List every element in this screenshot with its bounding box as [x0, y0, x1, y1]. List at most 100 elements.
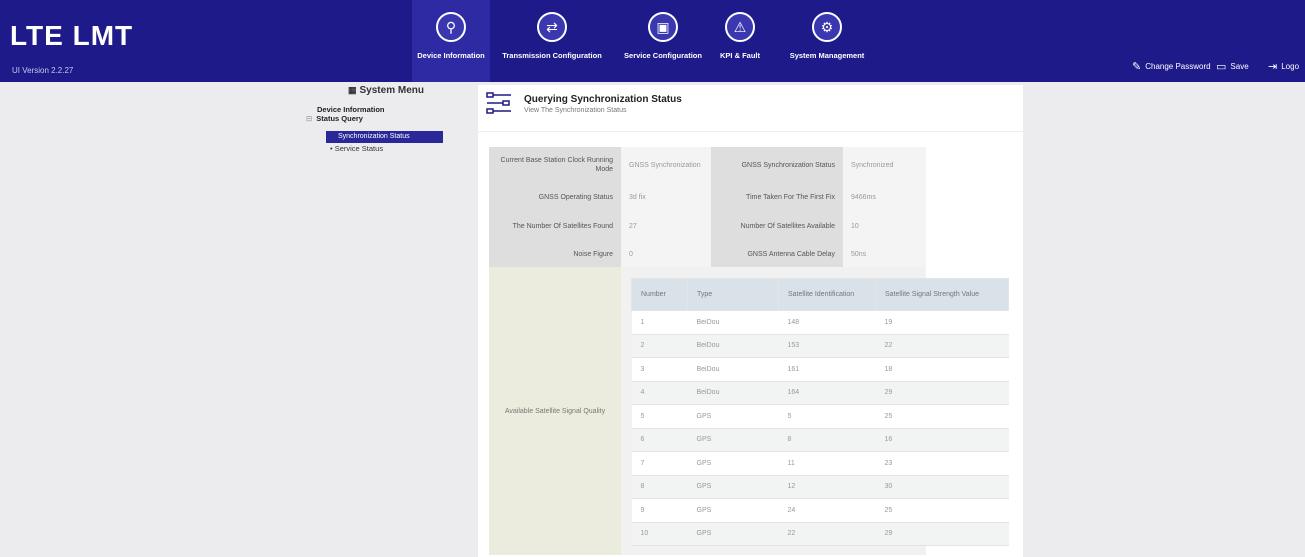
table-row: 6 GPS 8 16	[631, 427, 1009, 452]
nav-service-configuration[interactable]: ▣ Service Configuration	[620, 0, 706, 82]
version-label: UI Version 2.2.27	[12, 66, 74, 75]
table-cell: GPS	[687, 427, 779, 452]
table-row: 1 BeiDou 148 19	[631, 310, 1009, 335]
table-cell: 1	[631, 310, 688, 335]
menu-item-synchronization-status[interactable]: Synchronization Status	[326, 131, 443, 143]
nav-label: System Management	[789, 51, 865, 60]
change-password-label: Change Password	[1145, 62, 1211, 71]
gnss-op-label: GNSS Operating Status	[489, 183, 621, 211]
table-cell: 25	[875, 404, 1009, 429]
signal-quality-label: Available Satellite Signal Quality	[489, 267, 621, 555]
column-header: Satellite Identification	[778, 278, 876, 311]
app-title: LTE LMT	[10, 20, 134, 51]
first-fix-value: 9466ms	[843, 183, 926, 211]
table-cell: 148	[778, 310, 876, 335]
logout-button[interactable]: ⇥ Logo	[1268, 60, 1299, 73]
column-header: Type	[687, 278, 779, 311]
table-cell: 29	[875, 521, 1009, 546]
sat-avail-value: 10	[843, 211, 926, 242]
logout-icon: ⇥	[1268, 61, 1278, 73]
gnss-sync-value: Synchronized	[843, 147, 926, 183]
table-row: 9 GPS 24 25	[631, 498, 1009, 523]
sat-found-value: 27	[621, 211, 711, 242]
table-cell: 4	[631, 380, 688, 405]
table-cell: BeiDou	[687, 357, 779, 382]
menu-item-device-information[interactable]: Device Information	[317, 105, 385, 114]
table-row: 8 GPS 12 30	[631, 474, 1009, 499]
sliders-icon	[486, 92, 511, 114]
table-cell: 25	[875, 498, 1009, 523]
table-cell: 18	[875, 357, 1009, 382]
table-cell: BeiDou	[687, 333, 779, 358]
divider	[478, 131, 1023, 132]
clock-mode-label: Current Base Station Clock Running Mode	[489, 147, 621, 183]
table-cell: 3	[631, 357, 688, 382]
first-fix-label: Time Taken For The First Fix	[711, 183, 843, 211]
save-label: Save	[1230, 62, 1249, 71]
menu-item-status-query[interactable]: ⊟ Status Query	[306, 114, 363, 123]
device-icon: ⚲	[436, 12, 466, 42]
table-cell: 24	[778, 498, 876, 523]
table-row: 5 GPS 5 25	[631, 404, 1009, 429]
page-subtitle: View The Synchronization Status	[524, 107, 627, 114]
table-header-row: Number Type Satellite Identification Sat…	[631, 278, 1009, 311]
table-row: 10 GPS 22 29	[631, 521, 1009, 546]
noise-figure-label: Noise Figure	[489, 242, 621, 267]
table-cell: 11	[778, 451, 876, 476]
table-cell: 29	[875, 380, 1009, 405]
table-cell: 19	[875, 310, 1009, 335]
table-cell: BeiDou	[687, 310, 779, 335]
table-cell: GPS	[687, 404, 779, 429]
table-cell: 22	[875, 333, 1009, 358]
table-cell: GPS	[687, 521, 779, 546]
cable-delay-value: 50ns	[843, 242, 926, 267]
table-cell: 164	[778, 380, 876, 405]
top-header: LTE LMT UI Version 2.2.27 ⚲ Device Infor…	[0, 0, 1305, 82]
table-cell: 8	[778, 427, 876, 452]
table-cell: 30	[875, 474, 1009, 499]
table-cell: 2	[631, 333, 688, 358]
table-cell: 5	[631, 404, 688, 429]
nav-label: Transmission Configuration	[502, 51, 602, 60]
menu-title: ▦ System Menu	[348, 85, 424, 96]
menu-grid-icon: ▦	[348, 85, 357, 95]
briefcase-icon: ▣	[648, 12, 678, 42]
table-cell: 23	[875, 451, 1009, 476]
cable-delay-label: GNSS Antenna Cable Delay	[711, 242, 843, 267]
table-cell: GPS	[687, 498, 779, 523]
table-cell: 161	[778, 357, 876, 382]
save-icon: ▭	[1216, 61, 1227, 73]
menu-item-service-status[interactable]: • Service Status	[330, 144, 383, 153]
table-cell: 5	[778, 404, 876, 429]
nav-kpi-fault[interactable]: ⚠ KPI & Fault	[718, 0, 762, 82]
save-button[interactable]: ▭ Save	[1216, 60, 1249, 73]
table-row: 2 BeiDou 153 22	[631, 333, 1009, 358]
nav-system-management[interactable]: ⚙ System Management	[782, 0, 872, 82]
table-cell: 10	[631, 521, 688, 546]
table-cell: 9	[631, 498, 688, 523]
table-row: 7 GPS 11 23	[631, 451, 1009, 476]
transmission-icon: ⇄	[537, 12, 567, 42]
table-row: 3 BeiDou 161 18	[631, 357, 1009, 382]
collapse-icon[interactable]: ⊟	[306, 114, 312, 123]
gnss-op-value: 3d fix	[621, 183, 711, 211]
change-password-button[interactable]: ✎ Change Password	[1132, 60, 1211, 73]
table-cell: BeiDou	[687, 380, 779, 405]
system-menu: ▦ System Menu Device Information ⊟ Status …	[300, 82, 443, 557]
table-cell: GPS	[687, 451, 779, 476]
satellite-table: Number Type Satellite Identification Sat…	[631, 278, 1009, 546]
gear-icon: ⚙	[812, 12, 842, 42]
clock-mode-value: GNSS Synchronization	[621, 147, 711, 183]
column-header: Number	[631, 278, 688, 311]
table-cell: 12	[778, 474, 876, 499]
table-cell: 7	[631, 451, 688, 476]
nav-device-information[interactable]: ⚲ Device Information	[412, 0, 490, 82]
table-cell: 22	[778, 521, 876, 546]
column-header: Satellite Signal Strength Value	[875, 278, 1009, 311]
table-cell: 8	[631, 474, 688, 499]
sat-avail-label: Number Of Satellites Available	[711, 211, 843, 242]
noise-figure-value: 0	[621, 242, 711, 267]
nav-transmission-configuration[interactable]: ⇄ Transmission Configuration	[502, 0, 602, 82]
sat-found-label: The Number Of Satellites Found	[489, 211, 621, 242]
nav-label: KPI & Fault	[719, 51, 760, 60]
